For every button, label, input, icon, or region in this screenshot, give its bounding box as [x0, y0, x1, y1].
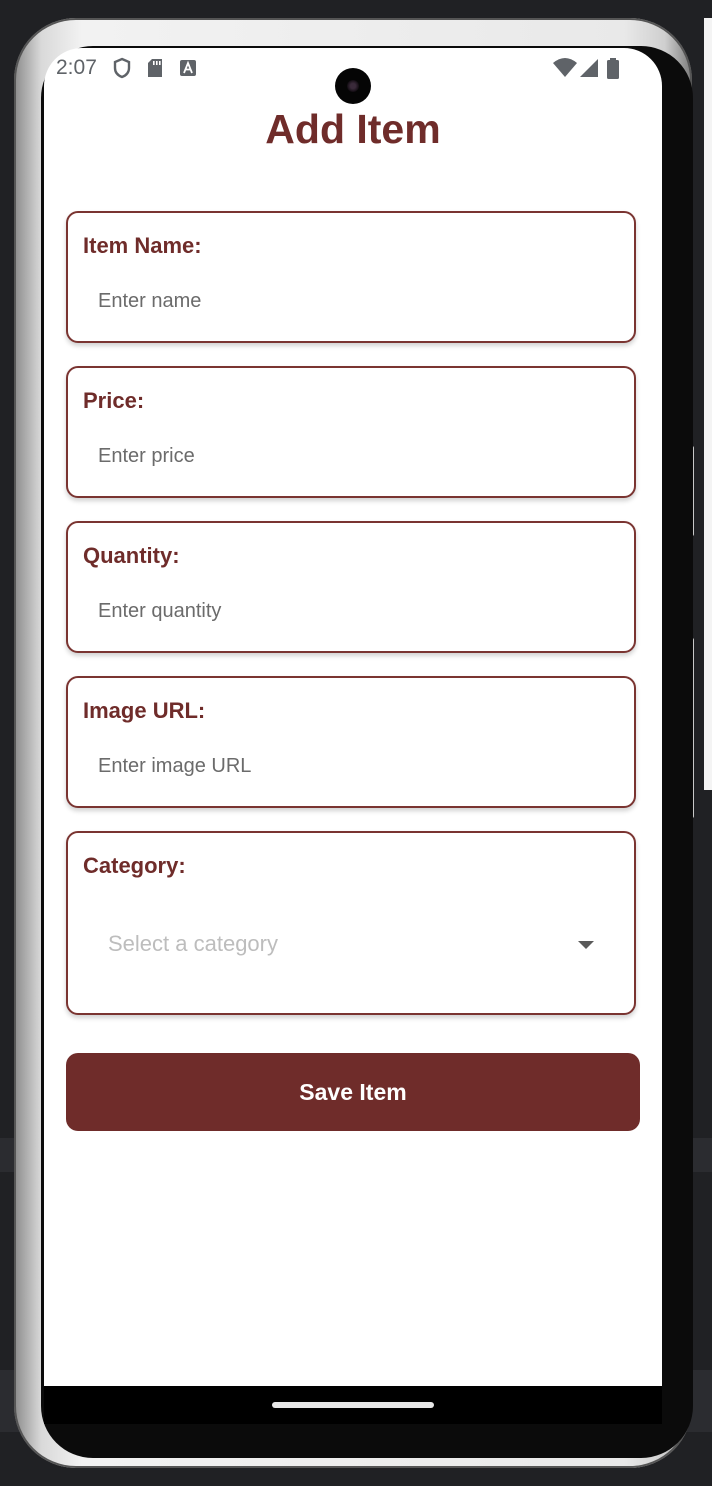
item-name-input[interactable] [98, 283, 598, 319]
shield-icon [113, 57, 131, 79]
quantity-input[interactable] [98, 593, 598, 629]
quantity-card: Quantity: [66, 521, 636, 653]
image-url-input[interactable] [98, 748, 598, 784]
item-name-card: Item Name: [66, 211, 636, 343]
image-url-card: Image URL: [66, 676, 636, 808]
page-title: Add Item [265, 106, 441, 152]
keyboard-a-icon [180, 60, 196, 76]
quantity-label: Quantity: [83, 543, 180, 568]
background-window-edge [704, 18, 712, 790]
category-label: Category: [83, 853, 186, 878]
navigation-bar [44, 1386, 662, 1424]
sd-card-icon [148, 59, 162, 77]
price-card: Price: [66, 366, 636, 498]
status-time: 2:07 [56, 56, 97, 79]
price-label: Price: [83, 388, 145, 413]
image-url-label: Image URL: [83, 698, 206, 723]
home-gesture-handle[interactable] [272, 1402, 434, 1408]
item-name-label: Item Name: [83, 233, 202, 258]
chevron-down-icon [578, 941, 594, 949]
phone-screen: 2:07 Add Item Item Name: Enter name Pric… [44, 48, 662, 1424]
save-item-button[interactable]: Save Item [66, 1053, 640, 1131]
battery-icon [607, 58, 619, 79]
category-select-placeholder: Select a category [108, 931, 278, 956]
signal-icon [580, 59, 598, 77]
price-input[interactable] [98, 438, 598, 474]
wifi-icon [553, 58, 577, 77]
category-select[interactable]: Select a category [108, 923, 598, 967]
category-card: Category: Select a category [66, 831, 636, 1015]
camera-lens [347, 80, 359, 92]
front-camera [335, 68, 371, 104]
